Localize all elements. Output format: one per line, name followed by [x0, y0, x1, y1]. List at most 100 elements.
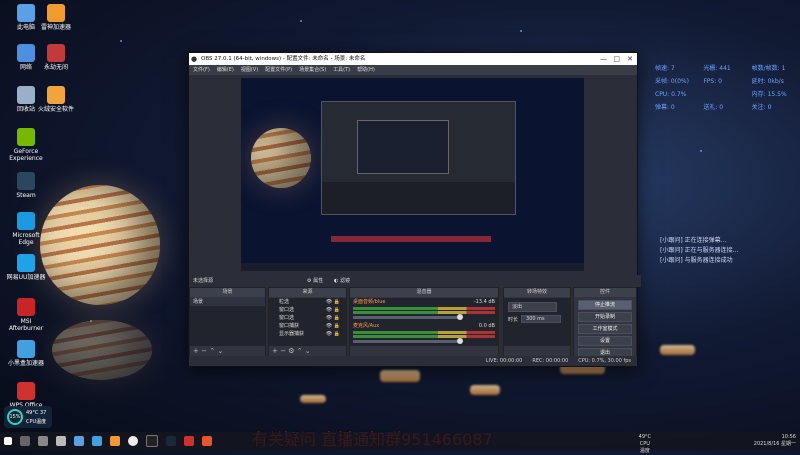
- visibility-lock-icon[interactable]: 👁 🔒: [326, 322, 340, 330]
- source-item[interactable]: 显示器捕获 👁 🔒: [269, 330, 346, 338]
- app-icon: [17, 44, 35, 62]
- menu-item[interactable]: 视图(V): [241, 65, 258, 75]
- volume-slider[interactable]: [353, 338, 463, 344]
- volume-slider[interactable]: [353, 314, 463, 320]
- desktop-icon[interactable]: WPS Office: [4, 382, 48, 409]
- source-item[interactable]: 窗口选 👁 🔒: [269, 306, 346, 314]
- mixer-dock: 混音器 桌面音频/blue -13.4 dB 麦克风/Aux 0.0 dB: [349, 287, 499, 357]
- control-button[interactable]: 停止推流: [578, 300, 632, 310]
- mixer-track: 麦克风/Aux 0.0 dB: [353, 323, 495, 346]
- search-icon[interactable]: [20, 436, 30, 446]
- source-item[interactable]: 粒选 👁 🔒: [269, 298, 346, 306]
- remove-icon[interactable]: −: [201, 347, 207, 355]
- edge-icon[interactable]: [74, 436, 84, 446]
- controls-title: 控件: [574, 288, 636, 297]
- remove-icon[interactable]: −: [280, 347, 286, 355]
- obs-icon[interactable]: [128, 436, 138, 446]
- move-up-icon[interactable]: ⌃: [297, 347, 303, 355]
- sources-dock: 来源 粒选 👁 🔒 窗口选 👁 🔒 窗口选 👁 🔒 窗口捕获 👁 🔒 显示器捕获 👁 🔒 + − …: [268, 287, 347, 357]
- maximize-button[interactable]: □: [613, 53, 620, 65]
- desktop-icon[interactable]: 小黑盒加速器: [4, 340, 48, 367]
- obs-statusbar: LIVE: 00:00:00 REC: 00:00:00 CPU: 0.7%, 30…: [189, 356, 637, 366]
- transitions-dock: 转场特效 淡出 时长 300 ms: [503, 287, 571, 357]
- volume-meter: [353, 331, 495, 334]
- desktop-icon[interactable]: 网易UU加速器: [4, 254, 48, 281]
- cpu-widget-temp: 49°C 37: [26, 410, 47, 416]
- transitions-title: 转场特效: [504, 288, 570, 297]
- desktop-icon[interactable]: Steam: [4, 172, 48, 199]
- recycle-bin-icon[interactable]: [56, 436, 66, 446]
- cpu-widget-label: CPU温度: [26, 419, 47, 425]
- move-down-icon[interactable]: ⌄: [217, 347, 223, 355]
- system-tray: 49°C CPU温度 10:56 2021/8/16 星期一: [639, 434, 796, 454]
- desktop-icon[interactable]: Microsoft Edge: [4, 212, 48, 246]
- menu-item[interactable]: 编辑(E): [217, 65, 234, 75]
- desktop-icon[interactable]: MSI Afterburner: [4, 298, 48, 332]
- desktop-icon[interactable]: 火绒安全软件: [34, 86, 78, 113]
- browser-icon[interactable]: [92, 436, 102, 446]
- sources-toolbar: + − ⚙ ⌃ ⌄: [269, 346, 346, 356]
- add-icon[interactable]: +: [193, 347, 199, 355]
- volume-meter: [353, 335, 495, 338]
- move-up-icon[interactable]: ⌃: [209, 347, 215, 355]
- monitor-row: 采帧: 0(0%) FPS: 0 延时: 0kb/s: [655, 78, 784, 85]
- app-icon[interactable]: [110, 436, 120, 446]
- steam-icon[interactable]: [166, 436, 176, 446]
- minimize-button[interactable]: —: [600, 53, 607, 65]
- desktop-icon-label: 雷神加速器: [40, 24, 71, 31]
- desktop-icon[interactable]: GeForce Experience: [4, 128, 48, 162]
- visibility-lock-icon[interactable]: 👁 🔒: [326, 306, 340, 314]
- control-button[interactable]: 工作室模式: [578, 324, 632, 334]
- task-view-icon[interactable]: [38, 436, 48, 446]
- app-icon: [17, 254, 35, 272]
- duration-label: 时长: [508, 316, 519, 323]
- duration-input[interactable]: 300 ms: [521, 315, 562, 323]
- nested-obs-docks: [322, 182, 515, 214]
- cpu-widget: 15% 49°C 37 CPU温度: [4, 406, 52, 428]
- clock-time[interactable]: 10:56: [754, 434, 796, 441]
- visibility-lock-icon[interactable]: 👁 🔒: [326, 314, 340, 322]
- desktop-icon-label: 永劫无间: [43, 64, 68, 71]
- visibility-lock-icon[interactable]: 👁 🔒: [326, 298, 340, 306]
- filters-button[interactable]: ◐ 滤镜: [334, 275, 350, 287]
- properties-button[interactable]: ⚙ 属性: [307, 275, 323, 287]
- menu-item[interactable]: 配置文件(P): [265, 65, 292, 75]
- source-item[interactable]: 窗口捕获 👁 🔒: [269, 322, 346, 330]
- app-icon[interactable]: [184, 436, 194, 446]
- move-down-icon[interactable]: ⌄: [305, 347, 311, 355]
- preview-canvas[interactable]: [241, 78, 584, 271]
- jupiter-planet: [40, 185, 160, 305]
- obs-logo-icon: ●: [191, 55, 198, 63]
- visibility-lock-icon[interactable]: 👁 🔒: [326, 330, 340, 338]
- add-icon[interactable]: +: [272, 347, 278, 355]
- monitor-row: 帧速: 7 光栅: 441 帧数/帧数: 1: [655, 65, 786, 72]
- volume-meter: [353, 307, 495, 310]
- preview-taskbar: [241, 263, 584, 271]
- app-icon[interactable]: [146, 435, 158, 447]
- taskbar: 49°C CPU温度 10:56 2021/8/16 星期一: [0, 432, 800, 454]
- scene-item[interactable]: 场景: [190, 298, 265, 306]
- close-button[interactable]: ✕: [627, 53, 633, 65]
- desktop-icon[interactable]: 永劫无间: [34, 44, 78, 71]
- desktop-icon[interactable]: 雷神加速器: [34, 4, 78, 31]
- menu-item[interactable]: 文件(F): [193, 65, 210, 75]
- clock-date[interactable]: 2021/8/16 星期一: [754, 441, 796, 448]
- transition-select[interactable]: 淡出: [508, 302, 557, 312]
- control-button[interactable]: 设置: [578, 336, 632, 346]
- scenes-title: 场景: [190, 288, 265, 297]
- app-icon: [17, 4, 35, 22]
- menu-item[interactable]: 帮助(H): [357, 65, 375, 75]
- menu-item[interactable]: 场景集合(S): [299, 65, 326, 75]
- app-icon: [47, 4, 65, 22]
- app-icon: [47, 44, 65, 62]
- menu-item[interactable]: 工具(T): [333, 65, 350, 75]
- no-source-label: 未选择源: [193, 278, 214, 284]
- source-item[interactable]: 窗口选 👁 🔒: [269, 314, 346, 322]
- app-icon[interactable]: [202, 436, 212, 446]
- app-icon: [17, 298, 35, 316]
- scenes-toolbar: + − ⌃ ⌄: [190, 346, 265, 356]
- window-title: OBS 27.0.1 (64-bit, windows) - 配置文件: 未命名…: [201, 56, 366, 62]
- control-button[interactable]: 开始录制: [578, 312, 632, 322]
- gear-icon[interactable]: ⚙: [288, 347, 294, 355]
- windows-start-icon[interactable]: [4, 437, 12, 445]
